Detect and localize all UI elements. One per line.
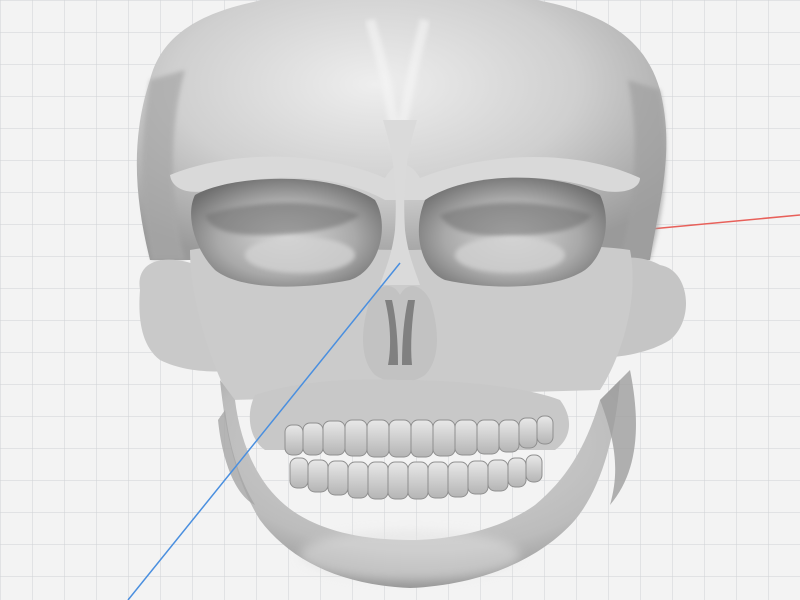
viewport-canvas[interactable] — [0, 0, 800, 600]
3d-viewport[interactable] — [0, 0, 800, 600]
nasal-cavity — [363, 285, 437, 383]
